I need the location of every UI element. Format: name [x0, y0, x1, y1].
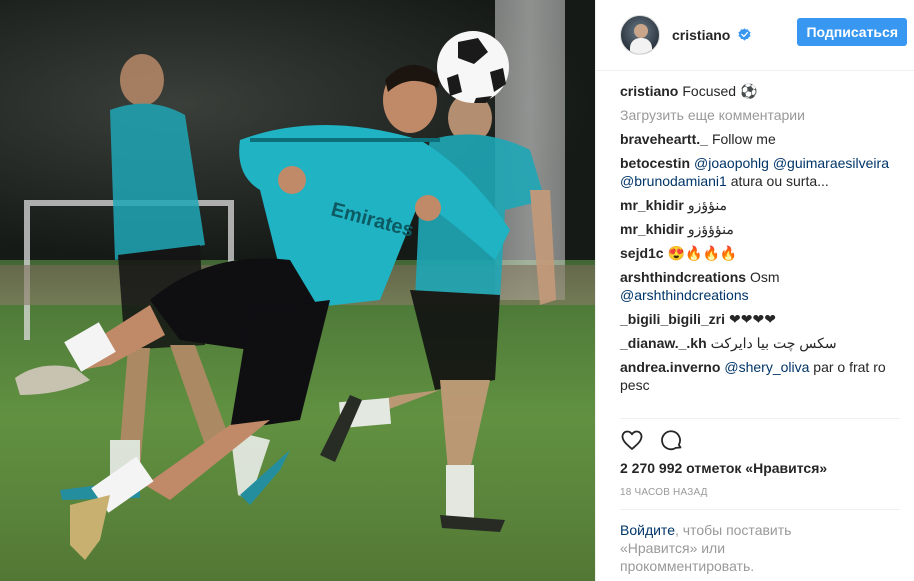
mention-link[interactable]: @brunodamiani1 [620, 173, 727, 189]
comment-row: betocestin @joaopohlg @guimaraesilveira @… [620, 154, 892, 190]
comment-text: منؤؤؤزو [687, 221, 734, 237]
comment-username[interactable]: mr_khidir [620, 197, 684, 213]
avatar[interactable] [620, 15, 660, 55]
training-scene: Emirates [15, 31, 556, 560]
divider [620, 509, 900, 510]
comment-row: _dianaw._.kh سکس چت بیا دایرکت [620, 334, 892, 352]
comment-bubble-icon[interactable] [660, 428, 684, 452]
comment-row: mr_khidir منؤؤؤزو [620, 220, 892, 238]
comment-text: atura ou surta... [726, 173, 829, 189]
comment-row: mr_khidir منؤؤزو [620, 196, 892, 214]
comments-list: cristiano Focused ⚽ Загрузить еще коммент… [620, 82, 892, 418]
comment-username[interactable]: _dianaw._.kh [620, 335, 707, 351]
verified-badge-icon [738, 28, 751, 41]
action-bar [620, 428, 684, 454]
comment-text: 😍🔥🔥🔥 [667, 245, 738, 261]
caption-text: Focused ⚽ [682, 83, 758, 99]
login-link[interactable]: Войдите [620, 522, 675, 538]
divider [620, 418, 900, 419]
comment-row: _bigili_bigili_zri ❤❤❤❤ [620, 310, 892, 328]
post-header: cristiano Подписаться [596, 0, 914, 71]
comment-rows: braveheartt._ Follow me betocestin @joaopoh… [620, 130, 892, 394]
author-username[interactable]: cristiano [672, 27, 751, 43]
instagram-post: Emirates cristiano Подписаться cristiano… [0, 0, 914, 581]
comment-text: سکس چت بیا دایرکت [710, 335, 837, 351]
load-more-comments-button[interactable]: Загрузить еще комментарии [620, 106, 892, 124]
comment-text: منؤؤزو [687, 197, 728, 213]
mention-link[interactable]: @shery_oliva [724, 359, 809, 375]
comment-username[interactable]: sejd1c [620, 245, 664, 261]
post-sidebar: cristiano Подписаться cristiano Focused ⚽… [595, 0, 914, 581]
comment-row: sejd1c 😍🔥🔥🔥 [620, 244, 892, 262]
caption: cristiano Focused ⚽ [620, 82, 892, 100]
comment-username[interactable]: braveheartt._ [620, 131, 708, 147]
follow-button[interactable]: Подписаться [797, 18, 907, 46]
comment-row: braveheartt._ Follow me [620, 130, 892, 148]
comment-text: ❤❤❤❤ [729, 311, 776, 327]
comment-username[interactable]: andrea.inverno [620, 359, 720, 375]
mention-link[interactable]: @joaopohlg [694, 155, 769, 171]
comment-username[interactable]: _bigili_bigili_zri [620, 311, 725, 327]
comment-username[interactable]: betocestin [620, 155, 690, 171]
like-count[interactable]: 2 270 992 отметок «Нравится» [620, 460, 827, 476]
mention-link[interactable]: @guimaraesilveira [773, 155, 889, 171]
comment-text: Osm [750, 269, 780, 285]
post-photo[interactable]: Emirates [0, 0, 595, 581]
mention-link[interactable]: @arshthindcreations [620, 287, 749, 303]
login-prompt: Войдите, чтобы поставить «Нравится» или … [620, 521, 850, 575]
post-timestamp[interactable]: 18 ЧАСОВ НАЗАД [620, 487, 708, 498]
comment-row: andrea.inverno @shery_oliva par o frat ro… [620, 358, 892, 394]
heart-icon[interactable] [620, 428, 644, 452]
comment-username[interactable]: mr_khidir [620, 221, 684, 237]
comment-username[interactable]: arshthindcreations [620, 269, 746, 285]
comment-text: Follow me [711, 131, 776, 147]
caption-username[interactable]: cristiano [620, 83, 678, 99]
comment-row: arshthindcreations Osm @arshthindcreation… [620, 268, 892, 304]
